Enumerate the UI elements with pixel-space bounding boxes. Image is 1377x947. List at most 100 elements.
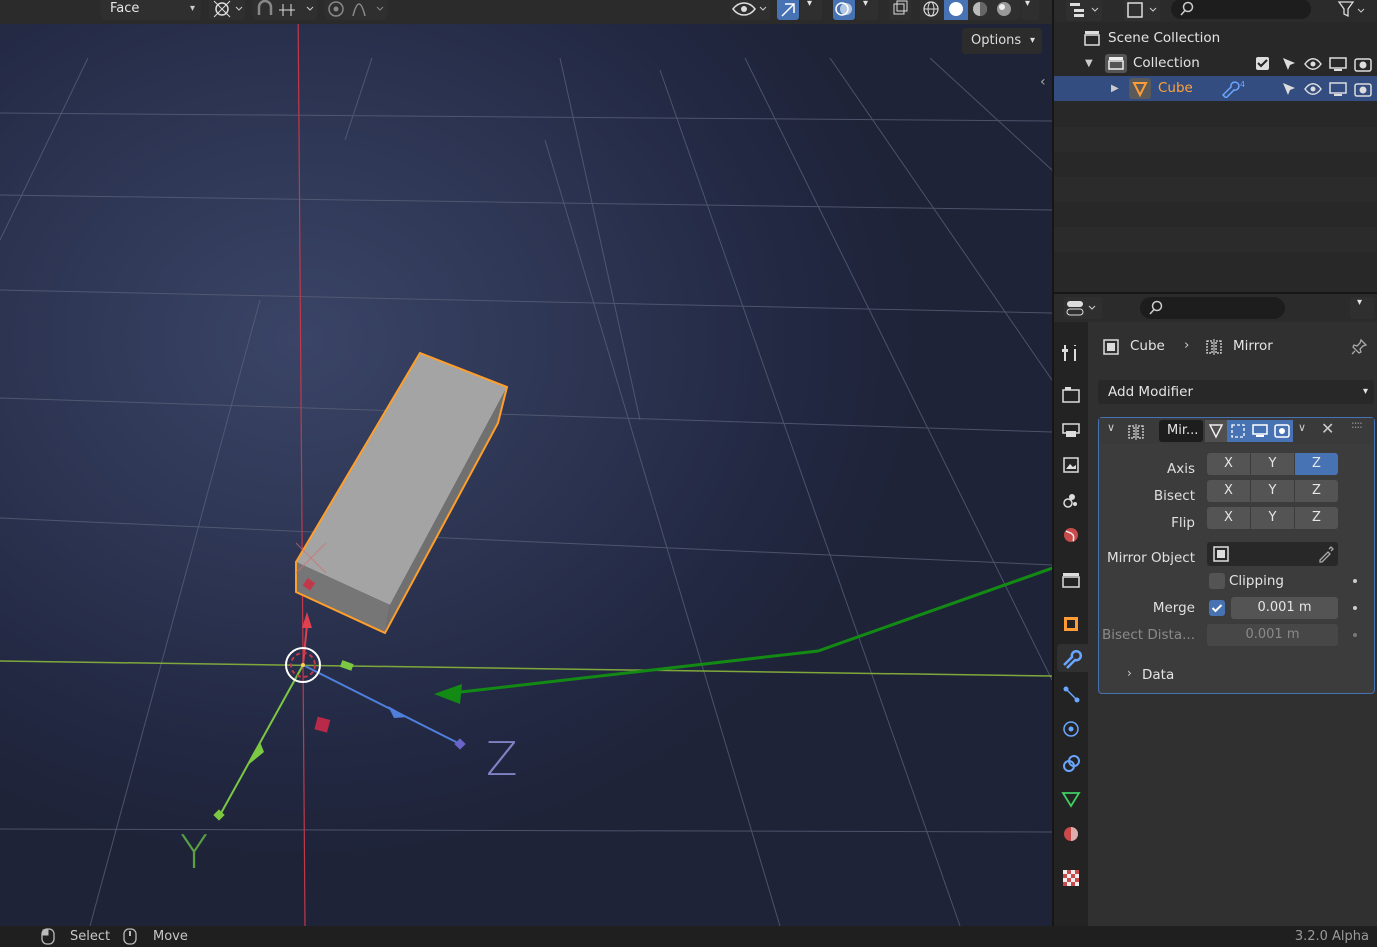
visibility-button[interactable] xyxy=(730,0,770,20)
monitor-icon[interactable] xyxy=(1329,56,1347,72)
chevron-down-icon[interactable]: ∨ xyxy=(1298,421,1306,434)
keyframe-dot-icon[interactable] xyxy=(1353,606,1357,610)
merge-checkbox[interactable] xyxy=(1209,600,1225,616)
tab-object[interactable] xyxy=(1057,610,1085,638)
properties-panel: ▾ Cube › Mirror Add Modifier ▾ ∨ Mir... … xyxy=(1054,294,1377,926)
tab-scene[interactable] xyxy=(1057,486,1085,514)
chevron-right-icon: › xyxy=(1127,666,1132,680)
keyframe-dot-icon[interactable] xyxy=(1353,579,1357,583)
tab-tool[interactable] xyxy=(1057,339,1085,367)
properties-search-input[interactable] xyxy=(1140,297,1285,319)
chevron-down-icon: ▾ xyxy=(189,3,195,14)
3d-viewport[interactable]: Z Y Face ▾ ▾ ▾ ▾ Options ▾ ‹ xyxy=(0,0,1052,926)
eye-icon[interactable] xyxy=(1304,56,1322,72)
tab-output[interactable] xyxy=(1057,416,1085,444)
image-icon xyxy=(1127,2,1157,18)
options-button[interactable]: Options ▾ xyxy=(962,28,1042,54)
move-hint: Move xyxy=(153,929,188,944)
editor-type-dropdown[interactable] xyxy=(1064,297,1102,319)
chevron-down-icon: ▾ xyxy=(807,0,813,9)
gizmo-dropdown[interactable]: ▾ xyxy=(800,0,822,20)
filter-button[interactable] xyxy=(1337,0,1367,20)
mirror-object-field[interactable] xyxy=(1207,542,1338,566)
camera-icon[interactable] xyxy=(1354,56,1372,72)
bisect-x-toggle[interactable]: X xyxy=(1207,480,1250,502)
gizmo-toggle[interactable] xyxy=(777,0,799,20)
overlays-dropdown[interactable]: ▾ xyxy=(856,0,878,20)
xray-toggle[interactable] xyxy=(889,0,911,20)
expand-right-icon[interactable]: ▶ xyxy=(1111,76,1119,101)
printer-icon xyxy=(1062,423,1080,437)
tab-collection[interactable] xyxy=(1057,566,1085,594)
data-subpanel-header[interactable]: › Data xyxy=(1099,662,1374,688)
options-dropdown[interactable]: ▾ xyxy=(1350,297,1374,319)
keyframe-dot-icon[interactable] xyxy=(1353,633,1357,637)
expand-down-icon[interactable]: ▼ xyxy=(1085,51,1093,76)
outliner-search-input[interactable] xyxy=(1171,0,1311,19)
wrench-modifier-icon[interactable]: 4 xyxy=(1220,80,1246,98)
display-mode-dropdown[interactable] xyxy=(1066,0,1102,21)
outliner-row-cube[interactable]: ▶ Cube 4 xyxy=(1054,76,1377,101)
particles-icon xyxy=(1063,686,1080,703)
shading-dropdown[interactable]: ▾ xyxy=(1021,0,1039,20)
tab-world[interactable] xyxy=(1057,521,1085,549)
clipping-checkbox[interactable] xyxy=(1209,573,1225,589)
mode-select[interactable]: Face ▾ xyxy=(101,0,201,20)
tab-material[interactable] xyxy=(1057,820,1085,848)
collapse-icon[interactable]: ∨ xyxy=(1107,421,1115,434)
axis-x-toggle[interactable]: X xyxy=(1207,453,1250,475)
bisect-distance-label: Bisect Dista... xyxy=(1102,627,1195,643)
object-square-icon xyxy=(1103,339,1119,355)
modifier-name-input[interactable]: Mir... xyxy=(1159,420,1203,442)
filter-view-dropdown[interactable] xyxy=(1124,0,1160,21)
proportional-editing-button[interactable] xyxy=(325,0,387,20)
eyedropper-icon[interactable] xyxy=(1317,545,1335,563)
merge-value-field[interactable]: 0.001 m xyxy=(1231,597,1338,619)
sidebar-toggle-icon[interactable]: ‹ xyxy=(1040,74,1046,90)
axis-y-toggle[interactable]: Y xyxy=(1251,453,1294,475)
gizmo-icon xyxy=(781,3,795,17)
eye-icon[interactable] xyxy=(1304,81,1322,97)
scene-collection-icon xyxy=(1084,31,1100,46)
tab-physics[interactable] xyxy=(1057,715,1085,743)
add-modifier-dropdown[interactable]: Add Modifier ▾ xyxy=(1098,380,1374,404)
properties-header: ▾ xyxy=(1054,294,1377,322)
bisect-distance-field[interactable]: 0.001 m xyxy=(1207,624,1338,646)
search-icon xyxy=(1180,1,1194,16)
checkbox-icon[interactable] xyxy=(1255,56,1271,72)
magnet-icon xyxy=(257,0,314,16)
tab-constraints[interactable] xyxy=(1057,750,1085,778)
collection-icon xyxy=(1105,54,1127,73)
outliner-row-collection[interactable]: ▼ Collection xyxy=(1054,51,1377,76)
tab-data[interactable] xyxy=(1057,785,1085,813)
select-pointer-icon[interactable] xyxy=(1281,56,1297,72)
tab-texture[interactable] xyxy=(1057,864,1085,892)
camera-icon[interactable] xyxy=(1354,81,1372,97)
monitor-icon[interactable] xyxy=(1329,81,1347,97)
proportional-icon xyxy=(328,1,384,17)
axis-z-toggle[interactable]: Z xyxy=(1295,453,1338,475)
tab-render[interactable] xyxy=(1057,381,1085,409)
overlays-toggle[interactable] xyxy=(833,0,855,20)
outliner-row-scene-collection[interactable]: Scene Collection xyxy=(1054,26,1377,51)
tab-modifiers[interactable] xyxy=(1057,644,1088,672)
flip-x-toggle[interactable]: X xyxy=(1207,507,1250,529)
close-icon[interactable]: ✕ xyxy=(1321,419,1334,438)
pivot-point-button[interactable] xyxy=(209,0,245,20)
drag-handle-icon[interactable]: :::: xyxy=(1351,418,1363,431)
properties-editor-icon xyxy=(1066,301,1096,316)
flip-z-toggle[interactable]: Z xyxy=(1295,507,1338,529)
tab-particles[interactable] xyxy=(1057,680,1085,708)
pin-icon[interactable] xyxy=(1350,338,1368,356)
flip-y-toggle[interactable]: Y xyxy=(1251,507,1294,529)
mode-select-label: Face xyxy=(110,1,140,16)
select-pointer-icon[interactable] xyxy=(1281,81,1297,97)
modifier-toggle-icons[interactable] xyxy=(1205,420,1293,442)
bisect-z-toggle[interactable]: Z xyxy=(1295,480,1338,502)
shading-buttons[interactable] xyxy=(920,0,1020,20)
image-stack-icon xyxy=(1063,457,1079,473)
physics-icon xyxy=(1063,721,1079,737)
tab-view-layer[interactable] xyxy=(1057,451,1085,479)
snapping-button[interactable] xyxy=(253,0,317,20)
bisect-y-toggle[interactable]: Y xyxy=(1251,480,1294,502)
